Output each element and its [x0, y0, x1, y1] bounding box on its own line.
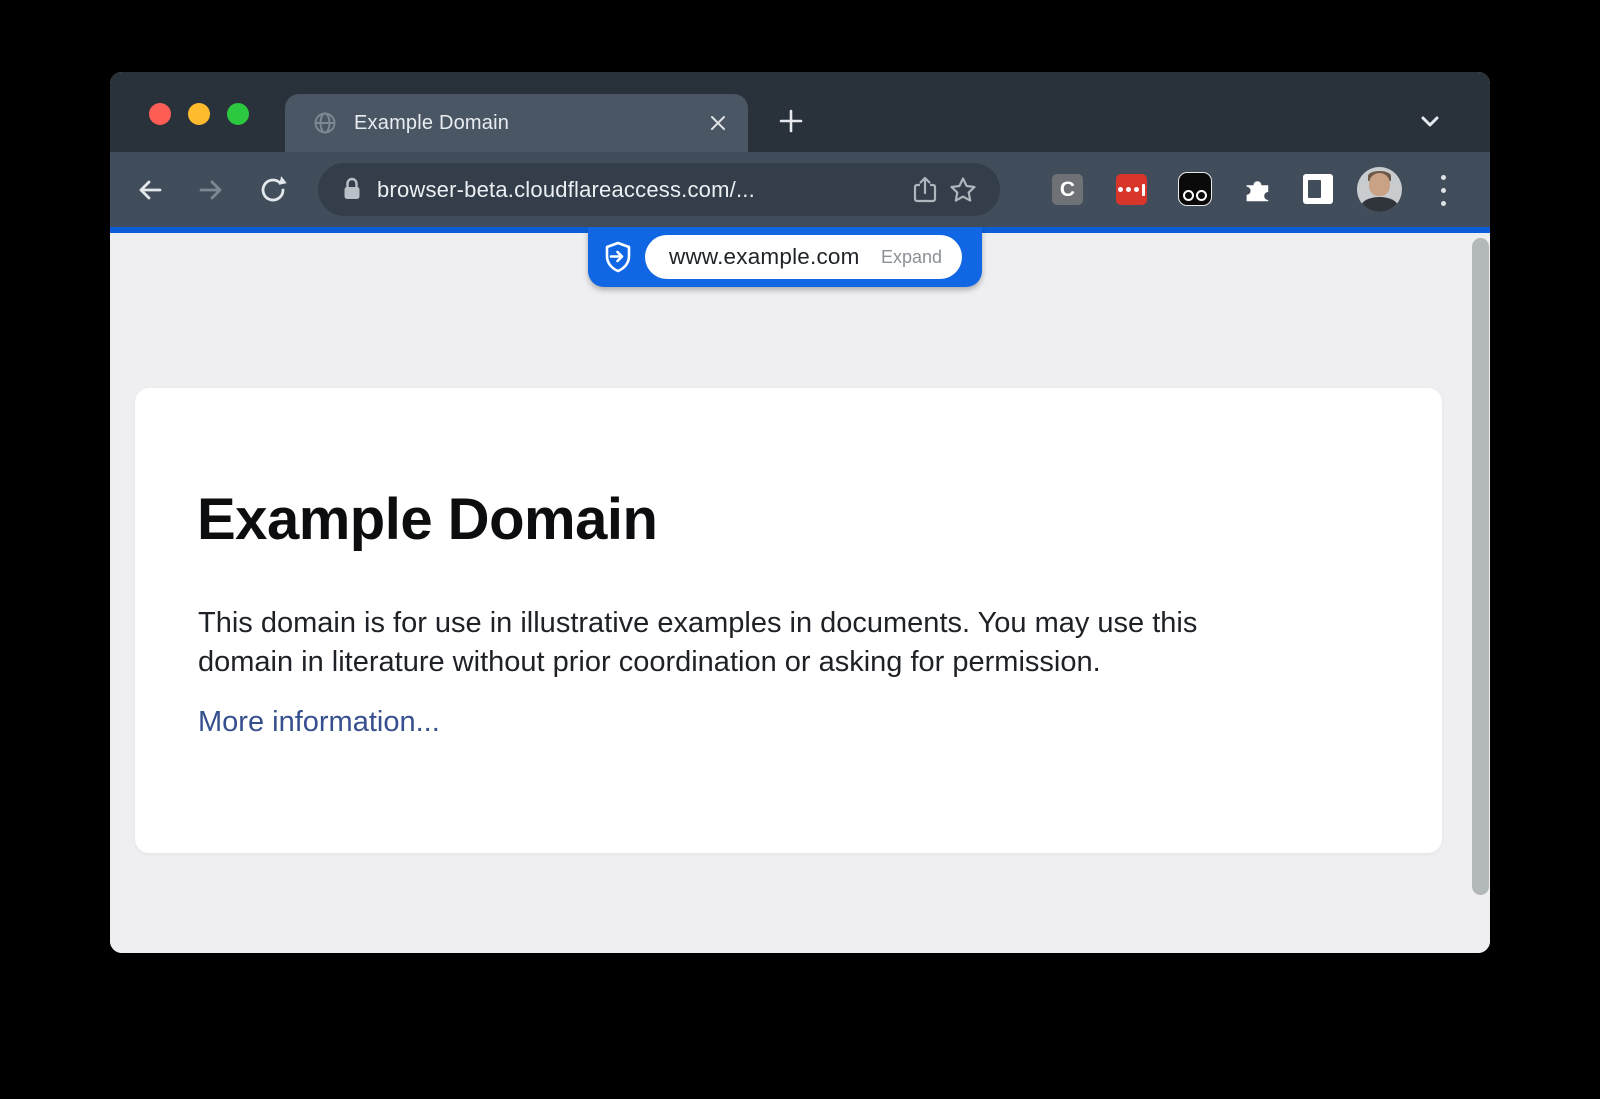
close-window-button[interactable]: [149, 103, 171, 125]
tab-title: Example Domain: [354, 112, 700, 135]
page-title: Example Domain: [197, 488, 1442, 552]
back-button[interactable]: [128, 168, 172, 212]
share-icon[interactable]: [906, 171, 944, 209]
extension-circles-icon[interactable]: [1178, 172, 1212, 206]
forward-button[interactable]: [189, 168, 233, 212]
tab-close-icon[interactable]: [700, 105, 736, 141]
kebab-dot: [1441, 188, 1446, 193]
circle-glyph: [1183, 190, 1194, 201]
extension-c-label: C: [1060, 178, 1075, 202]
traffic-lights: [149, 103, 249, 125]
side-panel-inner: [1308, 180, 1321, 198]
extensions-puzzle-icon[interactable]: [1235, 168, 1279, 212]
toolbar: browser-beta.cloudflareaccess.com/... C: [110, 152, 1490, 227]
avatar-sweater: [1361, 197, 1398, 212]
shield-arrow-icon: [603, 241, 633, 273]
page-content: www.example.com Expand Example Domain Th…: [110, 227, 1490, 953]
lastpass-dot: [1126, 187, 1131, 192]
kebab-dot: [1441, 175, 1446, 180]
expand-button[interactable]: Expand: [881, 247, 942, 268]
tab-search-chevron-icon[interactable]: [1408, 99, 1452, 143]
isolation-domain-pill[interactable]: www.example.com Expand: [588, 227, 982, 287]
zoom-window-button[interactable]: [227, 103, 249, 125]
address-bar[interactable]: browser-beta.cloudflareaccess.com/...: [318, 163, 1000, 216]
isolated-url-pill[interactable]: www.example.com Expand: [645, 235, 962, 279]
lastpass-bar: [1142, 184, 1145, 196]
paragraph-line-2: domain in literature without prior coord…: [198, 643, 1442, 682]
circle-glyph: [1196, 190, 1207, 201]
example-domain-card: Example Domain This domain is for use in…: [135, 388, 1442, 853]
bookmark-star-icon[interactable]: [944, 171, 982, 209]
lock-icon[interactable]: [342, 177, 362, 202]
more-information-link[interactable]: More information...: [198, 706, 440, 739]
kebab-dot: [1441, 201, 1446, 206]
browser-tab[interactable]: Example Domain: [285, 94, 748, 152]
lastpass-dot: [1134, 187, 1139, 192]
browser-window: Example Domain: [110, 72, 1490, 953]
url-text[interactable]: browser-beta.cloudflareaccess.com/...: [377, 177, 906, 203]
browser-menu-kebab-icon[interactable]: [1435, 168, 1451, 212]
profile-avatar[interactable]: [1357, 167, 1402, 212]
vertical-scrollbar-thumb[interactable]: [1472, 238, 1489, 895]
tab-strip: Example Domain: [110, 72, 1490, 152]
reload-button[interactable]: [251, 168, 295, 212]
globe-favicon-icon: [313, 111, 337, 135]
minimize-window-button[interactable]: [188, 103, 210, 125]
lastpass-dot: [1118, 187, 1123, 192]
avatar-face: [1369, 173, 1390, 196]
extension-c-icon[interactable]: C: [1052, 174, 1083, 205]
new-tab-button[interactable]: [769, 99, 813, 143]
isolated-domain-text: www.example.com: [669, 244, 860, 270]
paragraph-line-1: This domain is for use in illustrative e…: [198, 604, 1442, 643]
lastpass-extension-icon[interactable]: [1116, 174, 1147, 205]
side-panel-icon[interactable]: [1303, 174, 1333, 204]
page-paragraph: This domain is for use in illustrative e…: [198, 604, 1442, 682]
